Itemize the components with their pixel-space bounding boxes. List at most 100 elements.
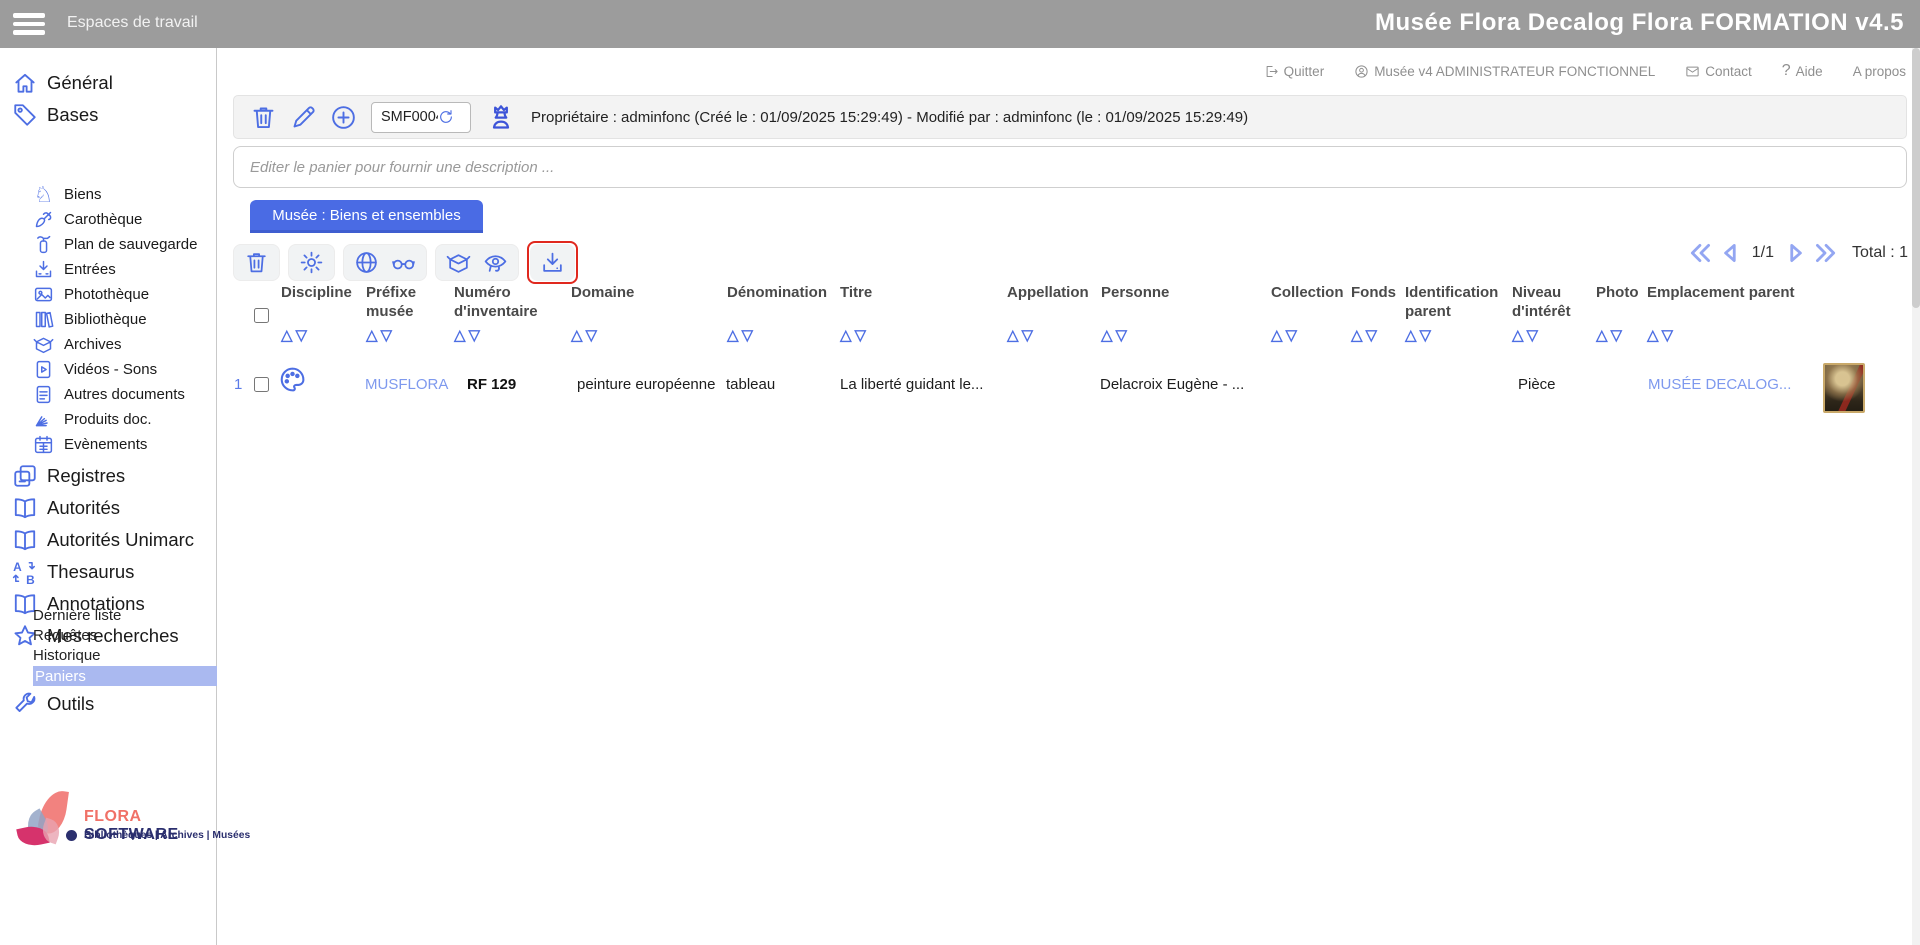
column-header: Identification parent: [1405, 284, 1523, 322]
table-row: 1 MUSFLORA RF 129 peinture européenne ta…: [218, 358, 1912, 428]
sidebar-item-plan-sauvegarde[interactable]: Plan de sauvegarde: [0, 232, 216, 257]
chess-knight-icon: ♘: [33, 185, 54, 205]
logo-flora-text: FLORA: [84, 808, 141, 825]
row-titre: La liberté guidant le...: [840, 376, 983, 393]
top-bar: Espaces de travail Musée Flora Decalog F…: [0, 0, 1920, 48]
fan-pages-icon: [33, 409, 54, 430]
sidebar-item-autorites[interactable]: Autorités: [0, 493, 216, 523]
sidebar-item-entrees[interactable]: Entrées: [0, 257, 216, 282]
sort-arrows-denomination[interactable]: △▽: [727, 326, 756, 344]
home-icon: [12, 70, 38, 96]
sidebar-item-thesaurus[interactable]: AB Thesaurus: [0, 557, 216, 587]
row-personne: Delacroix Eugène - ...: [1100, 376, 1244, 393]
column-header: Emplacement parent: [1647, 284, 1795, 303]
scrollbar-thumb[interactable]: [1912, 48, 1920, 308]
row-checkbox[interactable]: [254, 377, 269, 392]
row-photo-thumbnail[interactable]: [1823, 363, 1865, 413]
row-niveau-interet: Pièce: [1518, 376, 1556, 393]
row-numero-inventaire: RF 129: [467, 376, 516, 393]
hamburger-menu-icon[interactable]: [13, 13, 45, 35]
delete-basket-icon[interactable]: [250, 104, 277, 131]
sort-arrows-emplacement[interactable]: △▽: [1647, 326, 1676, 344]
glasses-icon: [391, 250, 416, 275]
open-book-icon: [12, 495, 38, 521]
wrench-icon: [12, 691, 38, 717]
row-denomination: tableau: [726, 376, 775, 393]
sidebar-item-requetes[interactable]: Requêtes: [33, 625, 183, 645]
sidebar-item-biens[interactable]: ♘ Biens: [0, 182, 216, 207]
sidebar-item-evenements[interactable]: Evènements: [0, 432, 216, 457]
sort-arrows-titre[interactable]: △▽: [840, 326, 869, 344]
sidebar-item-videos-sons[interactable]: Vidéos - Sons: [0, 357, 216, 382]
inbox-download-icon: [33, 259, 54, 280]
sidebar-item-bibliotheque[interactable]: Bibliothèque: [0, 307, 216, 332]
basket-description-input[interactable]: [233, 146, 1907, 188]
owner-admin-icon: [487, 103, 515, 131]
sidebar-item-registres[interactable]: Registres: [0, 461, 216, 491]
sort-arrows-discipline[interactable]: △▽: [281, 326, 310, 344]
sidebar-item-carotheque[interactable]: Carothèque: [0, 207, 216, 232]
column-header: Domaine: [571, 284, 634, 303]
sort-arrows-fonds[interactable]: △▽: [1351, 326, 1380, 344]
web-view-button[interactable]: [343, 244, 427, 281]
carrot-icon: [33, 209, 54, 230]
flora-software-logo: FLORA SOFTWARE Bibliothèques | Archives …: [18, 790, 203, 860]
pagination: 1/1 Total : 1: [1688, 240, 1908, 266]
basket-toolbar: Propriétaire : adminfonc (Créé le : 01/0…: [233, 95, 1907, 139]
column-header: Appellation: [1007, 284, 1089, 303]
sort-arrows-numero[interactable]: △▽: [454, 326, 483, 344]
scrollbar-track[interactable]: [1912, 48, 1920, 945]
column-header: Numéro d'inventaire: [454, 284, 559, 322]
sort-arrows-prefixe[interactable]: △▽: [366, 326, 395, 344]
last-page-button[interactable]: [1812, 240, 1838, 266]
sort-arrows-niveau[interactable]: △▽: [1512, 326, 1541, 344]
sidebar-item-bases[interactable]: Bases: [0, 100, 216, 130]
row-prefixe-link[interactable]: MUSFLORA: [365, 376, 448, 393]
svg-text:B: B: [26, 573, 35, 585]
sidebar-item-archives[interactable]: Archives: [0, 332, 216, 357]
next-page-button[interactable]: [1782, 240, 1808, 266]
sidebar-item-autorites-unimarc[interactable]: Autorités Unimarc: [0, 525, 216, 555]
remove-from-basket-button[interactable]: [233, 244, 280, 281]
sort-arrows-collection[interactable]: △▽: [1271, 326, 1300, 344]
tab-musee-biens-ensembles[interactable]: Musée : Biens et ensembles: [250, 200, 483, 233]
column-header: Titre: [840, 284, 872, 303]
total-count: Total : 1: [1852, 244, 1908, 262]
column-header: Fonds: [1351, 284, 1396, 303]
museum-tools-button[interactable]: [435, 244, 519, 281]
edit-basket-icon[interactable]: [290, 104, 317, 131]
sort-arrows-photo[interactable]: △▽: [1596, 326, 1625, 344]
sidebar: Général Bases ♘ Biens Carothèque Plan de…: [0, 48, 217, 945]
export-download-button[interactable]: [530, 244, 575, 281]
books-icon: [33, 309, 54, 330]
sidebar-item-produits-doc[interactable]: Produits doc.: [0, 407, 216, 432]
previous-page-button[interactable]: [1718, 240, 1744, 266]
workspace-label[interactable]: Espaces de travail: [67, 14, 198, 32]
sort-arrows-identification[interactable]: △▽: [1405, 326, 1434, 344]
add-basket-icon[interactable]: [330, 104, 357, 131]
export-highlight-frame: [527, 241, 578, 284]
settings-button[interactable]: [288, 244, 335, 281]
column-header: Dénomination: [727, 284, 827, 303]
sidebar-item-outils[interactable]: Outils: [0, 689, 216, 719]
sidebar-item-autres-documents[interactable]: Autres documents: [0, 382, 216, 407]
basket-id-input[interactable]: [372, 109, 438, 125]
refresh-icon[interactable]: [438, 109, 454, 125]
sort-arrows-domaine[interactable]: △▽: [571, 326, 600, 344]
sidebar-item-derniere-liste[interactable]: Dernière liste: [33, 605, 183, 625]
first-page-button[interactable]: [1688, 240, 1714, 266]
fire-extinguisher-icon: [33, 234, 54, 255]
media-file-icon: [33, 359, 54, 380]
sidebar-item-historique[interactable]: Historique: [33, 645, 183, 665]
sidebar-item-general[interactable]: Général: [0, 68, 216, 98]
select-all-checkbox[interactable]: [254, 308, 269, 323]
row-emplacement-parent-link[interactable]: MUSÉE DECALOG...: [1648, 376, 1791, 393]
row-index-link[interactable]: 1: [234, 376, 242, 393]
sidebar-item-phototheque[interactable]: Photothèque: [0, 282, 216, 307]
triangle-right-icon: [1782, 240, 1808, 266]
sort-arrows-personne[interactable]: △▽: [1101, 326, 1130, 344]
a-b-swap-icon: AB: [12, 559, 38, 585]
sidebar-item-paniers[interactable]: Paniers: [33, 666, 217, 686]
palette-icon[interactable]: [278, 365, 307, 394]
sort-arrows-appellation[interactable]: △▽: [1007, 326, 1036, 344]
